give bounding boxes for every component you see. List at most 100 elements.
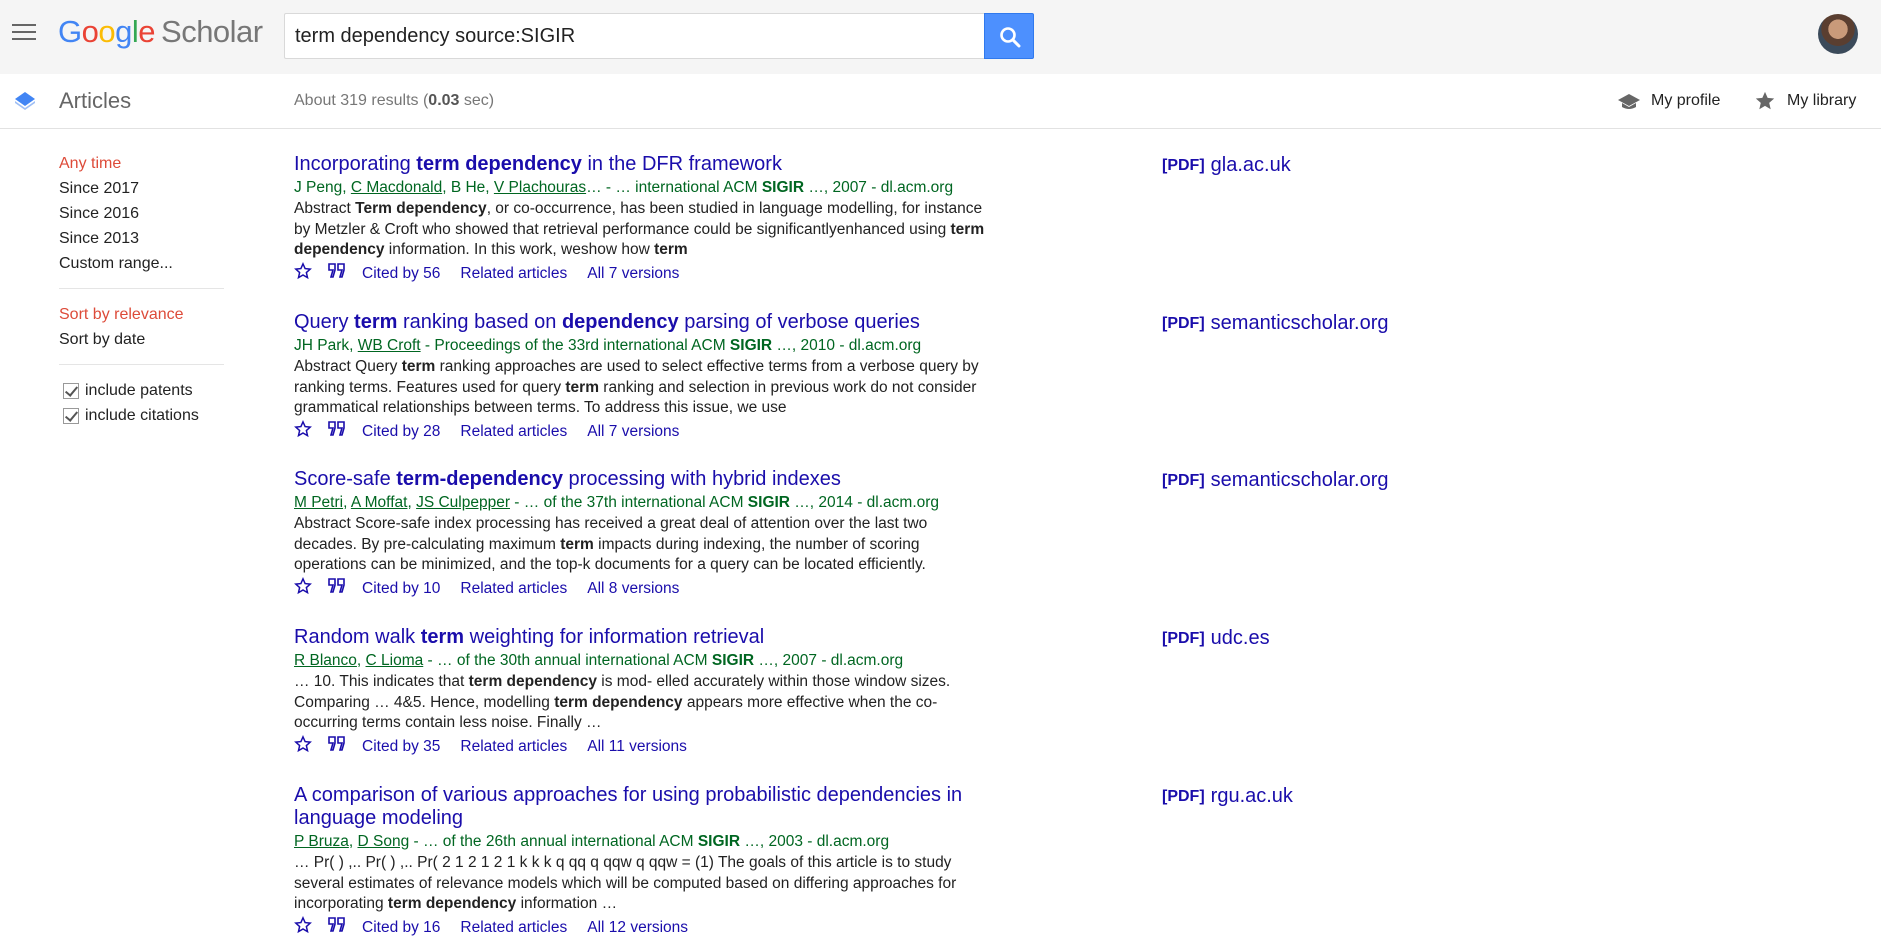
pdf-link[interactable]: [PDF] udc.es xyxy=(1162,627,1270,650)
include-citations-checkbox[interactable]: include citations xyxy=(59,406,234,431)
my-library-link[interactable]: My library xyxy=(1787,92,1856,110)
all-versions-link[interactable]: All 7 versions xyxy=(587,421,679,443)
search-result: Query term ranking based on dependency p… xyxy=(294,311,1034,445)
cite-button[interactable] xyxy=(328,916,346,940)
menu-icon[interactable] xyxy=(12,24,36,44)
pdf-link[interactable]: [PDF] gla.ac.uk xyxy=(1162,154,1291,177)
cite-quote-icon[interactable] xyxy=(328,577,346,594)
search-input[interactable] xyxy=(284,13,984,59)
checkbox-label: include citations xyxy=(85,407,199,424)
cited-by-link[interactable]: Cited by 16 xyxy=(362,917,440,939)
related-articles-link[interactable]: Related articles xyxy=(460,917,567,939)
search-result: Score-safe term-dependency processing wi… xyxy=(294,468,1034,602)
cite-button[interactable] xyxy=(328,262,346,286)
save-button[interactable] xyxy=(294,734,312,760)
filter-since-2013[interactable]: Since 2013 xyxy=(59,229,234,254)
related-articles-link[interactable]: Related articles xyxy=(460,578,567,600)
result-snippet: … 10. This indicates that term dependenc… xyxy=(294,673,951,731)
save-star-icon[interactable] xyxy=(294,419,312,438)
result-title-link[interactable]: Random walk term weighting for informati… xyxy=(294,626,1034,649)
related-articles-link[interactable]: Related articles xyxy=(460,736,567,758)
save-button[interactable] xyxy=(294,261,312,287)
pdf-link[interactable]: [PDF] semanticscholar.org xyxy=(1162,469,1389,492)
my-profile-link[interactable]: My profile xyxy=(1651,92,1720,110)
filter-since-2016[interactable]: Since 2016 xyxy=(59,204,234,229)
result-title-link[interactable]: Query term ranking based on dependency p… xyxy=(294,311,1034,334)
pdf-tag: [PDF] xyxy=(1162,315,1205,332)
all-versions-link[interactable]: All 11 versions xyxy=(587,736,687,758)
related-articles-link[interactable]: Related articles xyxy=(460,421,567,443)
pdf-source[interactable]: gla.ac.uk xyxy=(1211,154,1291,176)
pdf-source[interactable]: semanticscholar.org xyxy=(1211,469,1389,491)
all-versions-link[interactable]: All 7 versions xyxy=(587,263,679,285)
cite-button[interactable] xyxy=(328,735,346,759)
filter-any-time[interactable]: Any time xyxy=(59,154,234,179)
result-actions: Cited by 35 Related articles All 11 versio… xyxy=(294,734,1034,760)
filter-since-2017[interactable]: Since 2017 xyxy=(59,179,234,204)
result-actions: Cited by 56 Related articles All 7 version… xyxy=(294,261,1034,287)
save-star-icon[interactable] xyxy=(294,261,312,280)
save-button[interactable] xyxy=(294,419,312,445)
checkbox-checked-icon[interactable] xyxy=(63,383,79,399)
save-button[interactable] xyxy=(294,576,312,602)
sub-bar xyxy=(0,74,1881,129)
include-patents-checkbox[interactable]: include patents xyxy=(59,381,234,406)
star-icon[interactable] xyxy=(1754,90,1776,112)
cited-by-link[interactable]: Cited by 10 xyxy=(362,578,440,600)
pdf-source[interactable]: udc.es xyxy=(1211,627,1270,649)
cite-quote-icon[interactable] xyxy=(328,262,346,279)
result-actions: Cited by 28 Related articles All 7 version… xyxy=(294,419,1034,445)
search-icon xyxy=(1000,27,1021,48)
save-star-icon[interactable] xyxy=(294,734,312,753)
all-versions-link[interactable]: All 8 versions xyxy=(587,578,679,600)
save-button[interactable] xyxy=(294,915,312,941)
cited-by-link[interactable]: Cited by 56 xyxy=(362,263,440,285)
pdf-tag: [PDF] xyxy=(1162,630,1205,647)
save-star-icon[interactable] xyxy=(294,915,312,934)
cite-quote-icon[interactable] xyxy=(328,916,346,933)
pdf-link[interactable]: [PDF] rgu.ac.uk xyxy=(1162,785,1293,808)
articles-icon xyxy=(15,92,35,110)
result-authors: J Peng, C Macdonald, B He, V Plachouras…… xyxy=(294,179,954,196)
pdf-tag: [PDF] xyxy=(1162,788,1205,805)
related-articles-link[interactable]: Related articles xyxy=(460,263,567,285)
cited-by-link[interactable]: Cited by 35 xyxy=(362,736,440,758)
result-title-link[interactable]: Incorporating term dependency in the DFR… xyxy=(294,153,1034,176)
graduation-cap-icon[interactable] xyxy=(1617,92,1641,112)
results-count: About 319 results (0.03 sec) xyxy=(294,92,495,109)
sort-by-relevance[interactable]: Sort by relevance xyxy=(59,305,234,330)
result-snippet: Abstract Score-safe index processing has… xyxy=(294,515,928,573)
account-avatar[interactable] xyxy=(1818,14,1858,54)
cite-quote-icon[interactable] xyxy=(328,735,346,752)
sort-by-date[interactable]: Sort by date xyxy=(59,330,234,355)
all-versions-link[interactable]: All 12 versions xyxy=(587,917,688,939)
pdf-source[interactable]: rgu.ac.uk xyxy=(1211,785,1293,807)
cite-button[interactable] xyxy=(328,420,346,444)
cite-quote-icon[interactable] xyxy=(328,420,346,437)
google-scholar-logo[interactable]: Google Scholar xyxy=(58,14,263,50)
result-title-link[interactable]: Score-safe term-dependency processing wi… xyxy=(294,468,1034,491)
result-authors: R Blanco, C Lioma - … of the 30th annual… xyxy=(294,652,904,669)
cite-button[interactable] xyxy=(328,577,346,601)
pdf-tag: [PDF] xyxy=(1162,472,1205,489)
top-bar: Google Scholar xyxy=(0,0,1881,74)
result-actions: Cited by 16 Related articles All 12 versio… xyxy=(294,915,1034,941)
search-result: Random walk term weighting for informati… xyxy=(294,626,1034,760)
pdf-link[interactable]: [PDF] semanticscholar.org xyxy=(1162,312,1389,335)
result-title-link[interactable]: A comparison of various approaches for u… xyxy=(294,784,1034,830)
result-actions: Cited by 10 Related articles All 8 version… xyxy=(294,576,1034,602)
checkbox-label: include patents xyxy=(85,382,193,399)
filter-sidebar: Any time Since 2017 Since 2016 Since 201… xyxy=(59,154,234,431)
pdf-source[interactable]: semanticscholar.org xyxy=(1211,312,1389,334)
filter-custom-range[interactable]: Custom range... xyxy=(59,254,234,279)
divider xyxy=(59,288,224,289)
search-result: Incorporating term dependency in the DFR… xyxy=(294,153,1034,287)
result-snippet: Abstract Query term ranking approaches a… xyxy=(294,358,979,416)
checkbox-checked-icon[interactable] xyxy=(63,408,79,424)
save-star-icon[interactable] xyxy=(294,576,312,595)
result-authors: M Petri, A Moffat, JS Culpepper - … of t… xyxy=(294,494,940,511)
result-authors: JH Park, WB Croft - Proceedings of the 3… xyxy=(294,337,922,354)
cited-by-link[interactable]: Cited by 28 xyxy=(362,421,440,443)
divider xyxy=(59,364,224,365)
search-button[interactable] xyxy=(984,13,1034,59)
